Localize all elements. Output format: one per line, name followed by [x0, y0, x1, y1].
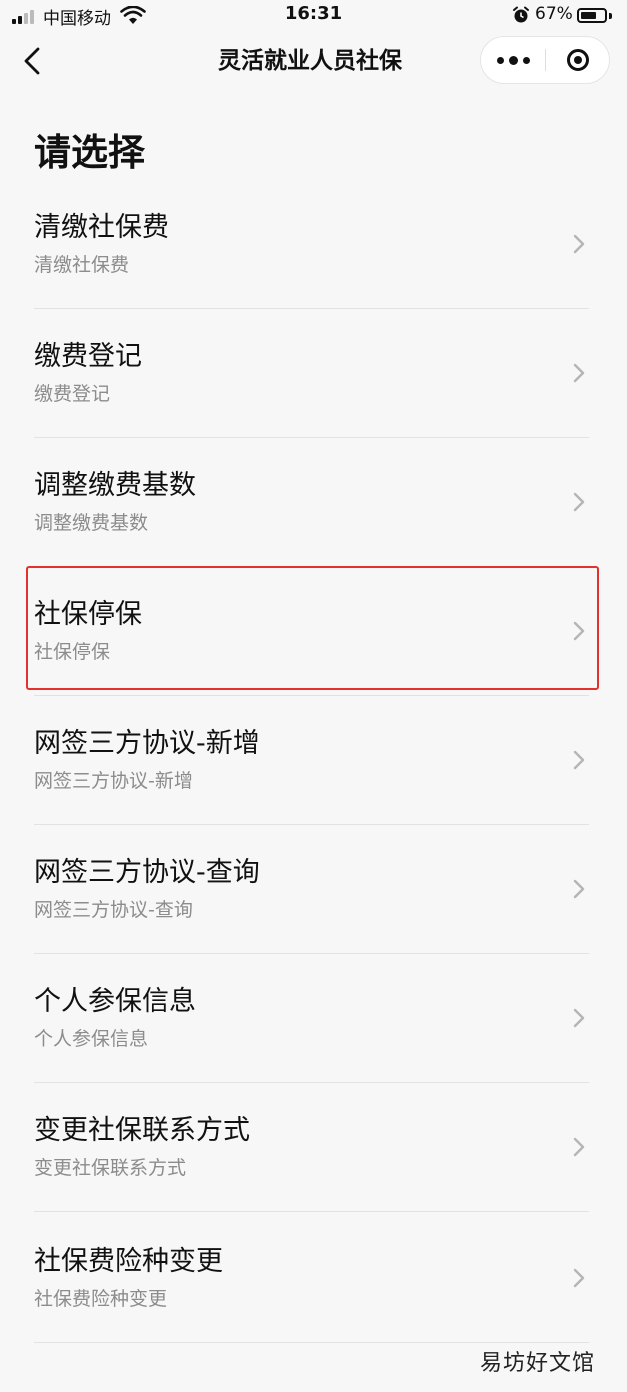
menu-item-personal-info[interactable]: 个人参保信息 个人参保信息	[0, 954, 627, 1083]
menu-item-agreement-query[interactable]: 网签三方协议-查询 网签三方协议-查询	[0, 825, 627, 954]
item-subtitle: 缴费登记	[34, 383, 111, 405]
item-title: 社保停保	[34, 599, 142, 630]
item-title: 社保费险种变更	[34, 1246, 223, 1277]
item-subtitle: 个人参保信息	[34, 1028, 149, 1050]
menu-item-adjust-base[interactable]: 调整缴费基数 调整缴费基数	[0, 438, 627, 567]
battery-cap	[609, 13, 612, 19]
item-subtitle: 清缴社保费	[34, 254, 130, 276]
chevron-right-icon	[573, 879, 585, 899]
chevron-right-icon	[573, 234, 585, 254]
item-subtitle: 社保停保	[34, 641, 111, 663]
chevron-right-icon	[573, 750, 585, 770]
menu-item-stop-insurance[interactable]: 社保停保 社保停保	[0, 567, 627, 696]
chevron-right-icon	[573, 1008, 585, 1028]
item-separator	[34, 1211, 589, 1212]
item-title: 缴费登记	[34, 341, 142, 372]
item-title: 变更社保联系方式	[34, 1115, 250, 1146]
menu-item-change-insurance-type[interactable]: 社保费险种变更 社保费险种变更	[0, 1214, 627, 1343]
item-subtitle: 网签三方协议-新增	[34, 770, 193, 792]
item-subtitle: 网签三方协议-查询	[34, 899, 193, 921]
battery-level	[581, 12, 596, 19]
watermark: 易坊好文馆	[480, 1351, 596, 1376]
more-options-icon[interactable]	[481, 37, 545, 83]
menu-item-payment-registration[interactable]: 缴费登记 缴费登记	[0, 309, 627, 438]
close-mini-program-icon[interactable]	[546, 37, 610, 83]
chevron-right-icon	[573, 492, 585, 512]
alarm-icon	[513, 6, 529, 23]
chevron-right-icon	[573, 1137, 585, 1157]
menu-item-clear-payment[interactable]: 清缴社保费 清缴社保费	[0, 180, 627, 309]
chevron-right-icon	[573, 1268, 585, 1288]
item-title: 清缴社保费	[34, 212, 169, 243]
battery-icon	[577, 8, 607, 23]
item-title: 个人参保信息	[34, 986, 196, 1017]
item-title: 网签三方协议-查询	[34, 857, 260, 888]
mini-program-capsule	[480, 36, 610, 84]
chevron-right-icon	[573, 363, 585, 383]
battery-percentage: 67%	[535, 4, 573, 24]
item-subtitle: 变更社保联系方式	[34, 1157, 187, 1179]
item-separator	[34, 1342, 589, 1343]
item-title: 调整缴费基数	[34, 470, 196, 501]
status-bar: 中国移动 16:31 67%	[0, 0, 627, 34]
status-time: 16:31	[284, 3, 343, 24]
menu-item-change-contact[interactable]: 变更社保联系方式 变更社保联系方式	[0, 1083, 627, 1212]
page-heading: 请选择	[34, 131, 145, 174]
item-subtitle: 调整缴费基数	[34, 512, 149, 534]
item-title: 网签三方协议-新增	[34, 728, 260, 759]
item-subtitle: 社保费险种变更	[34, 1288, 168, 1310]
chevron-right-icon	[573, 621, 585, 641]
menu-item-agreement-new[interactable]: 网签三方协议-新增 网签三方协议-新增	[0, 696, 627, 825]
